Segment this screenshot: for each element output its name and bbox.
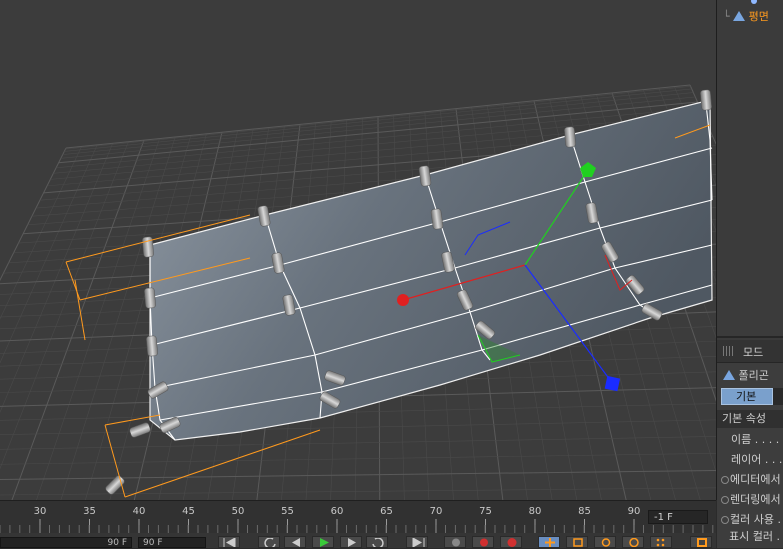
object-type-row: 폴리곤 [723, 367, 769, 383]
3d-viewport[interactable] [0, 0, 717, 500]
play-button[interactable] [312, 536, 334, 548]
autokey-button[interactable] [472, 536, 494, 548]
ruler-tick-label: 65 [380, 506, 393, 517]
object-type-label: 폴리곤 [738, 369, 769, 382]
attr-editor-visible[interactable]: 에디터에서 [721, 473, 781, 487]
z-axis-handle[interactable] [604, 375, 621, 392]
grip-icon[interactable] [723, 346, 733, 356]
polygon-icon [723, 370, 735, 380]
hinge-cylinder [564, 126, 576, 148]
object-manager: └ 평면 [717, 0, 783, 338]
mode-menu[interactable]: 모드 [743, 344, 763, 360]
attr-display-color[interactable]: 표시 컬러 . [721, 530, 780, 544]
ruler-tick-label: 50 [231, 506, 245, 517]
attr-use-color[interactable]: 컬러 사용 . [721, 513, 781, 527]
max-frame-field[interactable]: 90 F [138, 537, 206, 548]
radio-icon[interactable] [721, 476, 729, 484]
attr-render-visible[interactable]: 렌더링에서 [721, 493, 781, 507]
next-key-button[interactable] [366, 536, 388, 548]
attr-editor-label: 에디터에서 [730, 473, 781, 486]
next-frame-button[interactable] [340, 536, 362, 548]
ruler-ticks [0, 519, 714, 533]
timeline: 30 35 40 45 50 55 60 65 70 75 80 85 90 -1 F 90 F 90 … [0, 500, 716, 548]
object-label-plane: 평면 [748, 10, 769, 23]
ruler-tick-label: 70 [429, 506, 443, 517]
object-row-plane[interactable]: └ 평면 [723, 9, 769, 25]
ruler-tick-label: 30 [33, 506, 47, 517]
prev-frame-button[interactable] [284, 536, 306, 548]
hinge-cylinder [146, 335, 158, 357]
tab-overflow [773, 388, 783, 405]
ruler-tick-label: 85 [578, 506, 591, 517]
parameter-tool-icon[interactable] [622, 536, 644, 548]
ruler-tick-label: 75 [479, 506, 492, 517]
attribute-manager: 모드 폴리곤 기본 기본 속성 이름 . . . . . 레이어 . . . 에… [717, 340, 783, 548]
hinge-cylinder [144, 287, 156, 309]
radio-icon[interactable] [721, 516, 729, 524]
end-frame-field[interactable]: 90 F [0, 537, 132, 548]
hinge-cylinder [129, 422, 151, 438]
attr-layer-label: 레이어 . . . [731, 453, 783, 466]
ruler-tick-label: 80 [528, 506, 542, 517]
transport-bar: 90 F 90 F [0, 533, 716, 548]
hinge-cylinder [700, 89, 712, 111]
attr-display-color-label: 표시 컬러 . [729, 530, 780, 543]
help-icon[interactable] [500, 536, 522, 548]
ruler-tick-label: 60 [330, 506, 344, 517]
ruler-tick-label: 35 [83, 506, 96, 517]
move-tool-icon[interactable] [538, 536, 560, 548]
scale-tool-icon[interactable] [566, 536, 588, 548]
x-axis-handle[interactable] [397, 294, 409, 306]
prev-key-button[interactable] [258, 536, 280, 548]
attribute-toolbar: 모드 [717, 340, 783, 363]
ruler-tick-label: 90 [627, 506, 641, 517]
object-row[interactable] [723, 0, 757, 9]
record-keys-button[interactable] [444, 536, 466, 548]
go-to-end-button[interactable] [406, 536, 428, 548]
film-strip-icon[interactable] [690, 536, 712, 548]
right-panel: └ 평면 모드 폴리곤 기본 기본 속성 이름 . . . . . 레이어 . … [717, 0, 783, 548]
tab-basic[interactable]: 기본 [721, 388, 773, 405]
points-mode-icon[interactable] [650, 536, 672, 548]
ruler-tick-label: 55 [281, 506, 294, 517]
scene-canvas[interactable] [0, 0, 716, 500]
current-frame-field[interactable]: -1 F [648, 510, 708, 524]
go-to-start-button[interactable] [218, 536, 240, 548]
attr-use-color-label: 컬러 사용 . [730, 513, 781, 526]
dot-icon [751, 0, 757, 4]
ruler-tick-label: 40 [132, 506, 146, 517]
attr-name-label: 이름 . . . . . [731, 433, 783, 446]
ruler-tick-label: 45 [182, 506, 195, 517]
plane-object-icon [733, 11, 746, 21]
timeline-ruler[interactable]: 30 35 40 45 50 55 60 65 70 75 80 85 90 -1 F [0, 500, 716, 533]
rotate-tool-icon[interactable] [594, 536, 616, 548]
attr-render-label: 렌더링에서 [730, 493, 781, 506]
radio-icon[interactable] [721, 496, 729, 504]
section-title: 기본 속성 [717, 410, 783, 428]
